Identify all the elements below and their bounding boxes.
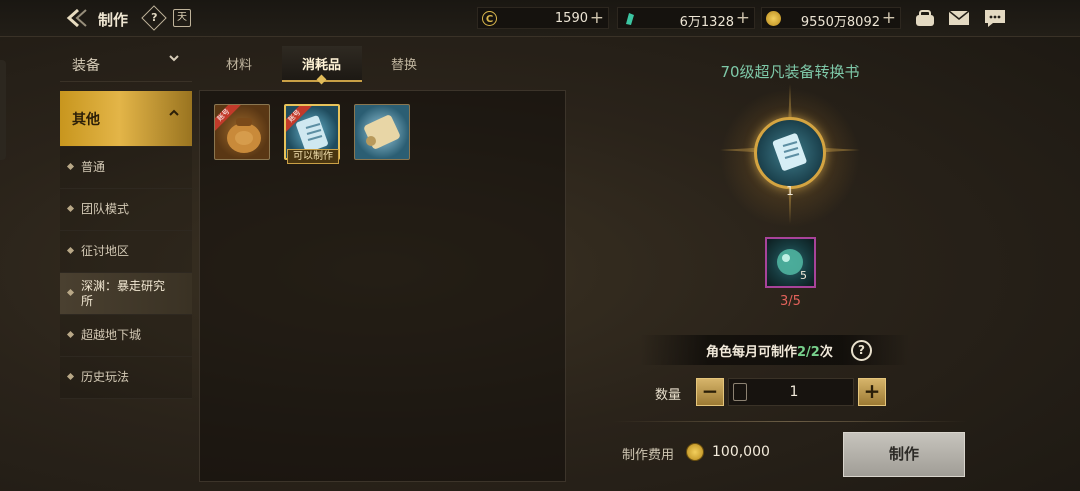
back-button[interactable] [66,7,92,29]
currency-gold-bar: 9550万8092 + [761,7,901,30]
currency-value: 9550万8092 [800,15,880,30]
limit-value: 2/2 [797,345,820,360]
add-gold-button[interactable]: + [590,8,604,28]
question-icon: ? [858,343,865,357]
back-arrow-icon [66,8,87,28]
item-slot-scroll[interactable] [354,104,410,160]
calculator-icon[interactable] [733,383,747,401]
sidebar-item-label: 普通 [81,160,106,174]
currency-value: 1590 [554,11,588,26]
diamond-bullet-icon [66,162,75,171]
sidebar-item-abyss-lab[interactable]: 深渊：暴走研究所 [60,273,192,315]
monthly-limit-text: 角色每月可制作2/2次 [706,341,833,360]
divider [612,421,968,422]
can-make-label: 可以制作 [287,149,339,164]
sidebar-item-normal[interactable]: 普通 [60,147,192,189]
diamond-bullet-icon [66,288,75,297]
question-icon: ? [151,11,158,25]
material-owned-ratio: 3/5 [780,294,801,309]
craft-item-title: 70级超凡装备转换书 [720,63,860,81]
output-count: 1 [786,184,794,198]
category-label: 其他 [72,112,100,128]
calendar-icon: 天 [177,12,187,23]
diamond-bullet-icon [66,372,75,381]
limit-suffix: 次 [819,345,833,360]
sidebar-item-label: 历史玩法 [81,370,130,384]
side-edge-handle [0,60,6,160]
quantity-plus-button[interactable]: + [858,378,886,406]
item-list-panel: 账号 账号 [199,90,566,482]
chat-icon [985,10,1005,27]
sidebar-item-beyond-dungeon[interactable]: 超越地下城 [60,315,192,357]
inventory-button[interactable] [913,7,937,29]
tab-consumables[interactable]: 消耗品 [302,54,341,73]
diamond-bullet-icon [66,330,75,339]
make-button[interactable]: 制作 [843,432,965,477]
category-label: 装备 [72,58,100,74]
quantity-value: 1 [789,384,799,400]
add-jade-button[interactable]: + [736,8,750,28]
currency-value: 6万1328 [679,15,734,30]
gold-icon [766,11,781,26]
sidebar-item-label: 超越地下城 [81,328,142,342]
mail-button[interactable] [947,7,971,29]
category-equip[interactable]: 装备 [60,46,192,82]
chevron-down-icon [168,52,180,68]
tab-materials[interactable]: 材料 [226,54,252,73]
item-slot-pouch[interactable]: 账号 [214,104,270,160]
sidebar-item-history[interactable]: 历史玩法 [60,357,192,399]
material-required-count: 5 [800,269,807,282]
top-bar: 制作 ? 天 C 1590 + 6万1328 + 9550万8092 + [0,0,1080,37]
gold-coin-icon [686,443,704,461]
chevron-up-icon [168,107,180,123]
tab-replace[interactable]: 替换 [391,54,417,73]
sidebar-item-label: 征讨地区 [81,244,130,258]
material-slot[interactable] [765,237,816,288]
coin-icon: C [482,11,497,26]
add-gold-bar-button[interactable]: + [882,8,896,28]
help-button[interactable]: ? [141,5,167,31]
diamond-bullet-icon [66,246,75,255]
sidebar-item-label: 深渊：暴走研究所 [81,279,166,308]
currency-jade: 6万1328 + [617,7,755,30]
craft-output-item[interactable] [754,117,826,189]
mail-icon [948,10,970,25]
limit-prefix: 角色每月可制作 [706,345,798,360]
cost-value: 100,000 [712,444,770,460]
quantity-label: 数量 [655,388,682,403]
sidebar-item-team-mode[interactable]: 团队模式 [60,189,192,231]
scroll-icon [772,133,807,171]
quantity-input[interactable]: 1 [728,378,854,406]
cost-label: 制作费用 [622,448,675,463]
currency-gold-coin: C 1590 + [477,7,609,29]
scroll-icon [364,115,400,149]
sidebar-item-expedition[interactable]: 征讨地区 [60,231,192,273]
jade-icon [622,11,637,26]
page-title: 制作 [98,11,129,29]
calendar-button[interactable]: 天 [173,9,191,27]
bag-icon [916,10,934,26]
quantity-minus-button[interactable]: − [696,378,724,406]
limit-help-button[interactable]: ? [851,340,872,361]
diamond-bullet-icon [66,204,75,213]
chat-button[interactable] [983,7,1007,29]
sidebar-item-label: 团队模式 [81,202,130,216]
category-other[interactable]: 其他 [60,91,192,146]
